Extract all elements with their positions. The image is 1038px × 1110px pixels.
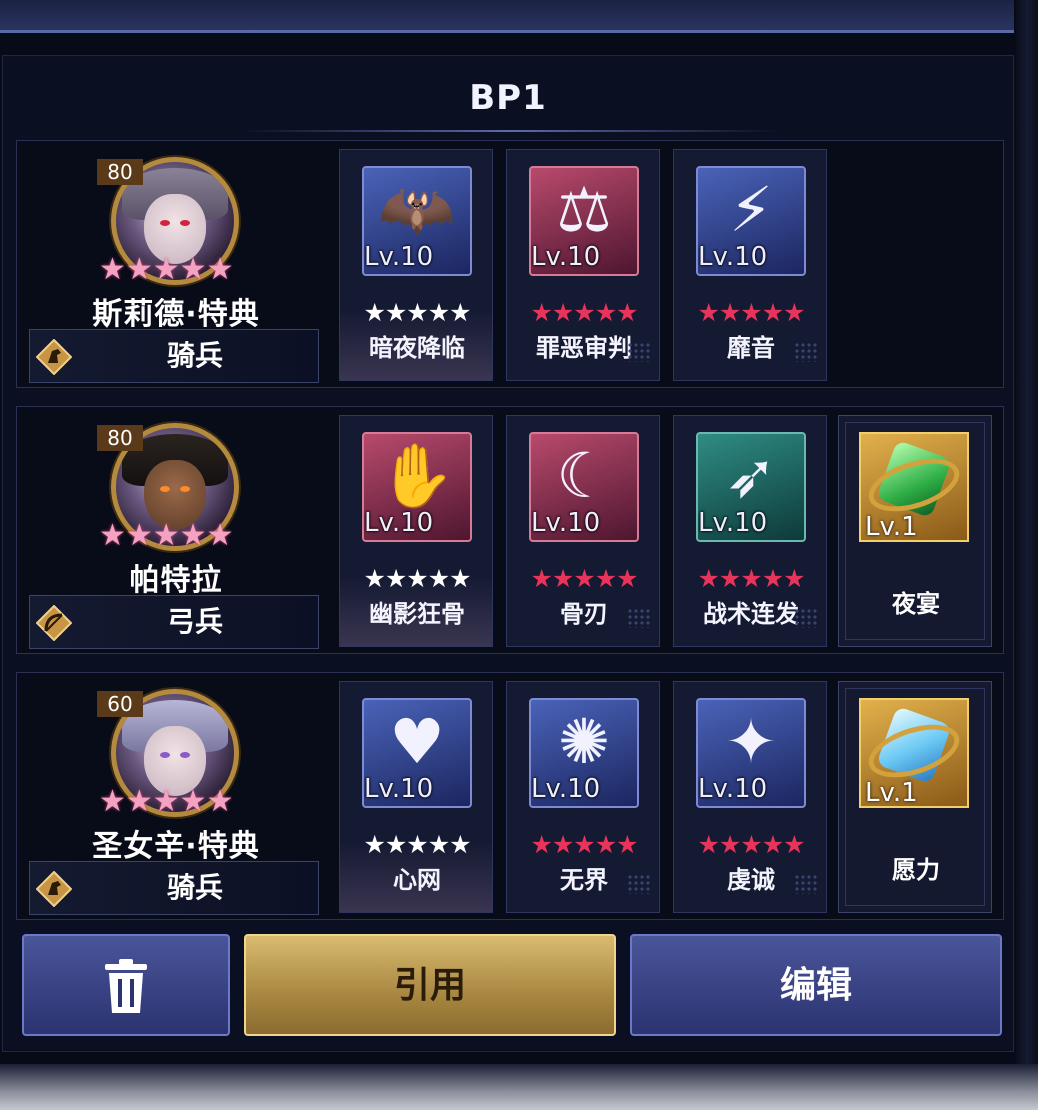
top-bar — [0, 0, 1014, 33]
hero-info[interactable]: 80 ★★★★★ 斯莉德·特典 骑兵 — [17, 141, 325, 387]
class-label: 骑兵 — [166, 871, 223, 904]
use-button[interactable]: 引用 — [244, 934, 616, 1036]
skill-name: 心网 — [393, 866, 441, 894]
hero-level-badge: 60 — [97, 691, 143, 717]
skill-level: Lv.10 — [364, 508, 434, 538]
skill-stars: ★★★★★ — [697, 830, 805, 859]
hero-row[interactable]: 60 ★★★★★ 圣女辛·特典 骑兵 ♥ Lv.10 ★★★★★ 心网 ✺ Lv… — [16, 672, 1004, 920]
horse-icon — [36, 871, 72, 907]
skill-card[interactable]: 🦇 Lv.10 ★★★★★ 暗夜降临 — [339, 149, 493, 381]
hero-name: 帕特拉 — [129, 563, 223, 598]
hero-star-rating: ★★★★★ — [99, 252, 234, 287]
skill-stars: ★★★★★ — [697, 564, 805, 593]
class-label: 骑兵 — [166, 339, 223, 372]
skill-level: Lv.10 — [698, 242, 768, 272]
relic-name: 夜宴 — [892, 590, 940, 618]
skill-level: Lv.10 — [698, 774, 768, 804]
hero-info[interactable]: 80 ★★★★★ 帕特拉 弓兵 — [17, 407, 325, 653]
skill-level: Lv.10 — [698, 508, 768, 538]
skill-stars: ★★★★★ — [530, 564, 638, 593]
skill-level: Lv.10 — [531, 774, 601, 804]
blue-gem-icon: Lv.1 — [859, 698, 969, 808]
skill-card[interactable]: ⚡ Lv.10 ★★★★★ 靡音 — [673, 149, 827, 381]
hero-level-badge: 80 — [97, 425, 143, 451]
skill-name: 暗夜降临 — [369, 334, 465, 362]
trash-icon — [105, 959, 147, 1013]
skill-card[interactable]: ➶ Lv.10 ★★★★★ 战术连发 — [673, 415, 827, 647]
skill-card[interactable]: ♥ Lv.10 ★★★★★ 心网 — [339, 681, 493, 913]
skill-level: Lv.10 — [531, 242, 601, 272]
skill-level: Lv.10 — [364, 774, 434, 804]
edit-button[interactable]: 编辑 — [630, 934, 1002, 1036]
relic-card[interactable]: Lv.1 愿力 — [838, 681, 992, 913]
relic-level: Lv.1 — [865, 778, 918, 808]
hero-row[interactable]: 80 ★★★★★ 斯莉德·特典 骑兵 🦇 Lv.10 ★★★★★ 暗夜降临 ⚖ … — [16, 140, 1004, 388]
hero-class: 骑兵 — [29, 329, 319, 383]
hero-class: 弓兵 — [29, 595, 319, 649]
hero-name: 斯莉德·特典 — [92, 297, 260, 332]
skill-level: Lv.10 — [364, 242, 434, 272]
skill-card[interactable]: ✺ Lv.10 ★★★★★ 无界 — [506, 681, 660, 913]
skill-card[interactable]: ✋ Lv.10 ★★★★★ 幽影狂骨 — [339, 415, 493, 647]
delete-button[interactable] — [22, 934, 230, 1036]
skill-stars: ★★★★★ — [363, 298, 471, 327]
title-divider — [240, 130, 780, 132]
skill-card[interactable]: ☾ Lv.10 ★★★★★ 骨刃 — [506, 415, 660, 647]
hero-row[interactable]: 80 ★★★★★ 帕特拉 弓兵 ✋ Lv.10 ★★★★★ 幽影狂骨 ☾ Lv.… — [16, 406, 1004, 654]
class-label: 弓兵 — [166, 605, 223, 638]
skill-stars: ★★★★★ — [530, 830, 638, 859]
skill-stars: ★★★★★ — [363, 830, 471, 859]
skill-card[interactable]: ✦ Lv.10 ★★★★★ 虔诚 — [673, 681, 827, 913]
bow-icon — [36, 605, 72, 641]
hero-star-rating: ★★★★★ — [99, 518, 234, 553]
relic-name: 愿力 — [892, 856, 940, 884]
hero-name: 圣女辛·特典 — [92, 829, 260, 864]
skill-card[interactable]: ⚖ Lv.10 ★★★★★ 罪恶审判 — [506, 149, 660, 381]
skill-name: 幽影狂骨 — [369, 600, 465, 628]
horse-icon — [36, 339, 72, 375]
relic-level: Lv.1 — [865, 512, 918, 542]
hero-star-rating: ★★★★★ — [99, 784, 234, 819]
skill-level: Lv.10 — [531, 508, 601, 538]
hero-class: 骑兵 — [29, 861, 319, 915]
right-rail — [1016, 0, 1038, 1110]
page-title: BP1 — [469, 78, 547, 118]
bottom-strip — [0, 1064, 1038, 1110]
hero-level-badge: 80 — [97, 159, 143, 185]
skill-stars: ★★★★★ — [697, 298, 805, 327]
hero-info[interactable]: 60 ★★★★★ 圣女辛·特典 骑兵 — [17, 673, 325, 919]
skill-stars: ★★★★★ — [363, 564, 471, 593]
skill-stars: ★★★★★ — [530, 298, 638, 327]
green-gem-icon: Lv.1 — [859, 432, 969, 542]
relic-card[interactable]: Lv.1 夜宴 — [838, 415, 992, 647]
